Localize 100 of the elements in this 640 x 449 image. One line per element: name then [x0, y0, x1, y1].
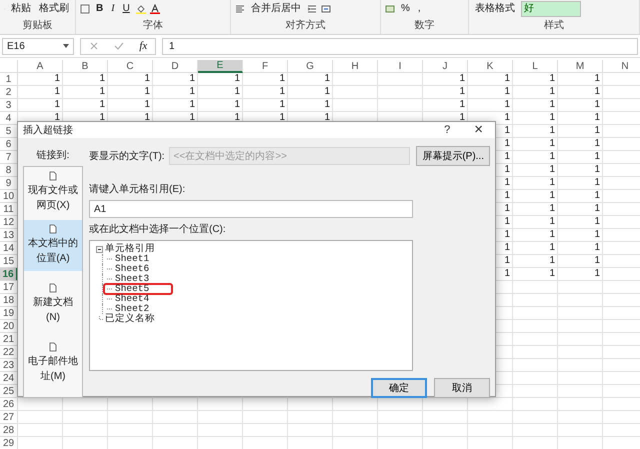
column-header[interactable]: L: [513, 60, 558, 73]
caret-icon[interactable]: [63, 44, 69, 48]
row-header[interactable]: 23: [0, 359, 18, 372]
ribbon-button[interactable]: ,: [416, 2, 423, 16]
dialog-button[interactable]: 确定: [371, 378, 427, 398]
cell-value: 1: [549, 229, 555, 240]
row-header[interactable]: 26: [0, 398, 18, 411]
cell-value: 1: [549, 190, 555, 201]
row-header[interactable]: 18: [0, 294, 18, 307]
row-header[interactable]: 2: [0, 86, 18, 99]
row-header[interactable]: 19: [0, 307, 18, 320]
column-header[interactable]: G: [288, 60, 333, 73]
row-header[interactable]: 13: [0, 229, 18, 242]
cell-reference-field[interactable]: A1: [89, 200, 413, 218]
row-header[interactable]: 22: [0, 346, 18, 359]
row-header[interactable]: 12: [0, 216, 18, 229]
row-header[interactable]: 25: [0, 385, 18, 398]
cell-value: 1: [594, 190, 600, 201]
cell-value: 1: [279, 86, 285, 97]
row-header[interactable]: 16: [0, 268, 18, 281]
close-button[interactable]: ×: [466, 122, 491, 138]
cell-value: 1: [504, 177, 510, 188]
row-header[interactable]: 14: [0, 242, 18, 255]
cell-value: 1: [504, 216, 510, 227]
row-header[interactable]: 27: [0, 411, 18, 424]
row-header[interactable]: 24: [0, 372, 18, 385]
column-header[interactable]: J: [423, 60, 468, 73]
cell-value: 1: [594, 164, 600, 175]
link-type-item[interactable]: 现有文件或网页(X): [24, 167, 82, 218]
ribbon-button[interactable]: 好: [521, 1, 581, 17]
column-header[interactable]: C: [108, 60, 153, 73]
column-header[interactable]: B: [63, 60, 108, 73]
row-header[interactable]: 9: [0, 177, 18, 190]
screen-tip-button[interactable]: 屏幕提示(P)...: [416, 146, 490, 166]
cell-value: 1: [504, 255, 510, 266]
column-header[interactable]: K: [468, 60, 513, 73]
row-header[interactable]: 4: [0, 112, 18, 125]
column-header[interactable]: D: [153, 60, 198, 73]
row-header[interactable]: 15: [0, 255, 18, 268]
column-header[interactable]: E: [198, 60, 243, 73]
tree-item[interactable]: Sheet1: [115, 254, 150, 264]
cell-value: 1: [594, 151, 600, 162]
tree-item[interactable]: 已定义名称: [105, 314, 155, 324]
collapse-icon[interactable]: [96, 246, 103, 252]
cell-value: 1: [549, 255, 555, 266]
ribbon-button[interactable]: 合并后居中: [249, 2, 303, 16]
column-header[interactable]: M: [558, 60, 603, 73]
tree-item[interactable]: Sheet2: [115, 304, 150, 314]
row-header[interactable]: 6: [0, 138, 18, 151]
row-header[interactable]: 5: [0, 125, 18, 138]
ribbon-button[interactable]: %: [399, 2, 412, 16]
column-header[interactable]: N: [603, 60, 640, 73]
cell-value: 1: [234, 73, 240, 84]
dialog-button[interactable]: 取消: [434, 378, 490, 398]
cell-value: 1: [504, 229, 510, 240]
link-type-item[interactable]: 本文档中的位置(A): [24, 220, 82, 271]
column-header[interactable]: H: [333, 60, 378, 73]
ribbon-button[interactable]: 表格格式: [473, 2, 517, 16]
cell-name: E16: [7, 40, 25, 52]
row-header[interactable]: 11: [0, 203, 18, 216]
link-type-item[interactable]: 新建文档(N): [24, 279, 82, 330]
cell-value: 1: [459, 86, 465, 97]
cell-value: 1: [594, 73, 600, 84]
tree-item[interactable]: Sheet3: [115, 274, 150, 284]
row-header[interactable]: 10: [0, 190, 18, 203]
cell-value: 1: [504, 112, 510, 123]
formula-field[interactable]: 1: [162, 38, 638, 54]
row-header[interactable]: 17: [0, 281, 18, 294]
cell-value: 1: [144, 73, 150, 84]
row-header[interactable]: 3: [0, 99, 18, 112]
row-header[interactable]: 8: [0, 164, 18, 177]
row-header[interactable]: 1: [0, 73, 18, 86]
help-button[interactable]: ?: [436, 122, 458, 138]
group-label: 剪贴板: [22, 20, 52, 32]
ribbon-button[interactable]: 粘贴: [9, 2, 33, 16]
row-header[interactable]: 7: [0, 151, 18, 164]
row-header[interactable]: 20: [0, 320, 18, 333]
cell-value: 1: [549, 216, 555, 227]
ribbon-button[interactable]: B: [94, 2, 106, 16]
column-header[interactable]: F: [243, 60, 288, 73]
cell-value: 1: [54, 73, 60, 84]
row-header[interactable]: 21: [0, 333, 18, 346]
column-header[interactable]: I: [378, 60, 423, 73]
ribbon-button[interactable]: U: [120, 2, 132, 16]
cell-value: 1: [189, 99, 195, 110]
row-header[interactable]: 28: [0, 424, 18, 437]
insert-function-button[interactable]: fx: [139, 40, 148, 52]
tree-item[interactable]: 单元格引用: [105, 244, 155, 254]
link-type-item[interactable]: 电子邮件地址(M): [24, 338, 82, 389]
ribbon-button[interactable]: I: [109, 2, 117, 16]
tree-item[interactable]: Sheet6: [115, 264, 150, 274]
name-box[interactable]: E16: [2, 38, 74, 54]
tree-item[interactable]: Sheet4: [115, 294, 150, 304]
column-header[interactable]: A: [18, 60, 63, 73]
ribbon-button[interactable]: 格式刷: [37, 2, 71, 16]
cell-value: 1: [54, 112, 60, 123]
cell-value: 1: [504, 125, 510, 136]
cell-value: 1: [504, 151, 510, 162]
tree-item[interactable]: Sheet5: [115, 284, 150, 294]
cell-value: 1: [504, 73, 510, 84]
